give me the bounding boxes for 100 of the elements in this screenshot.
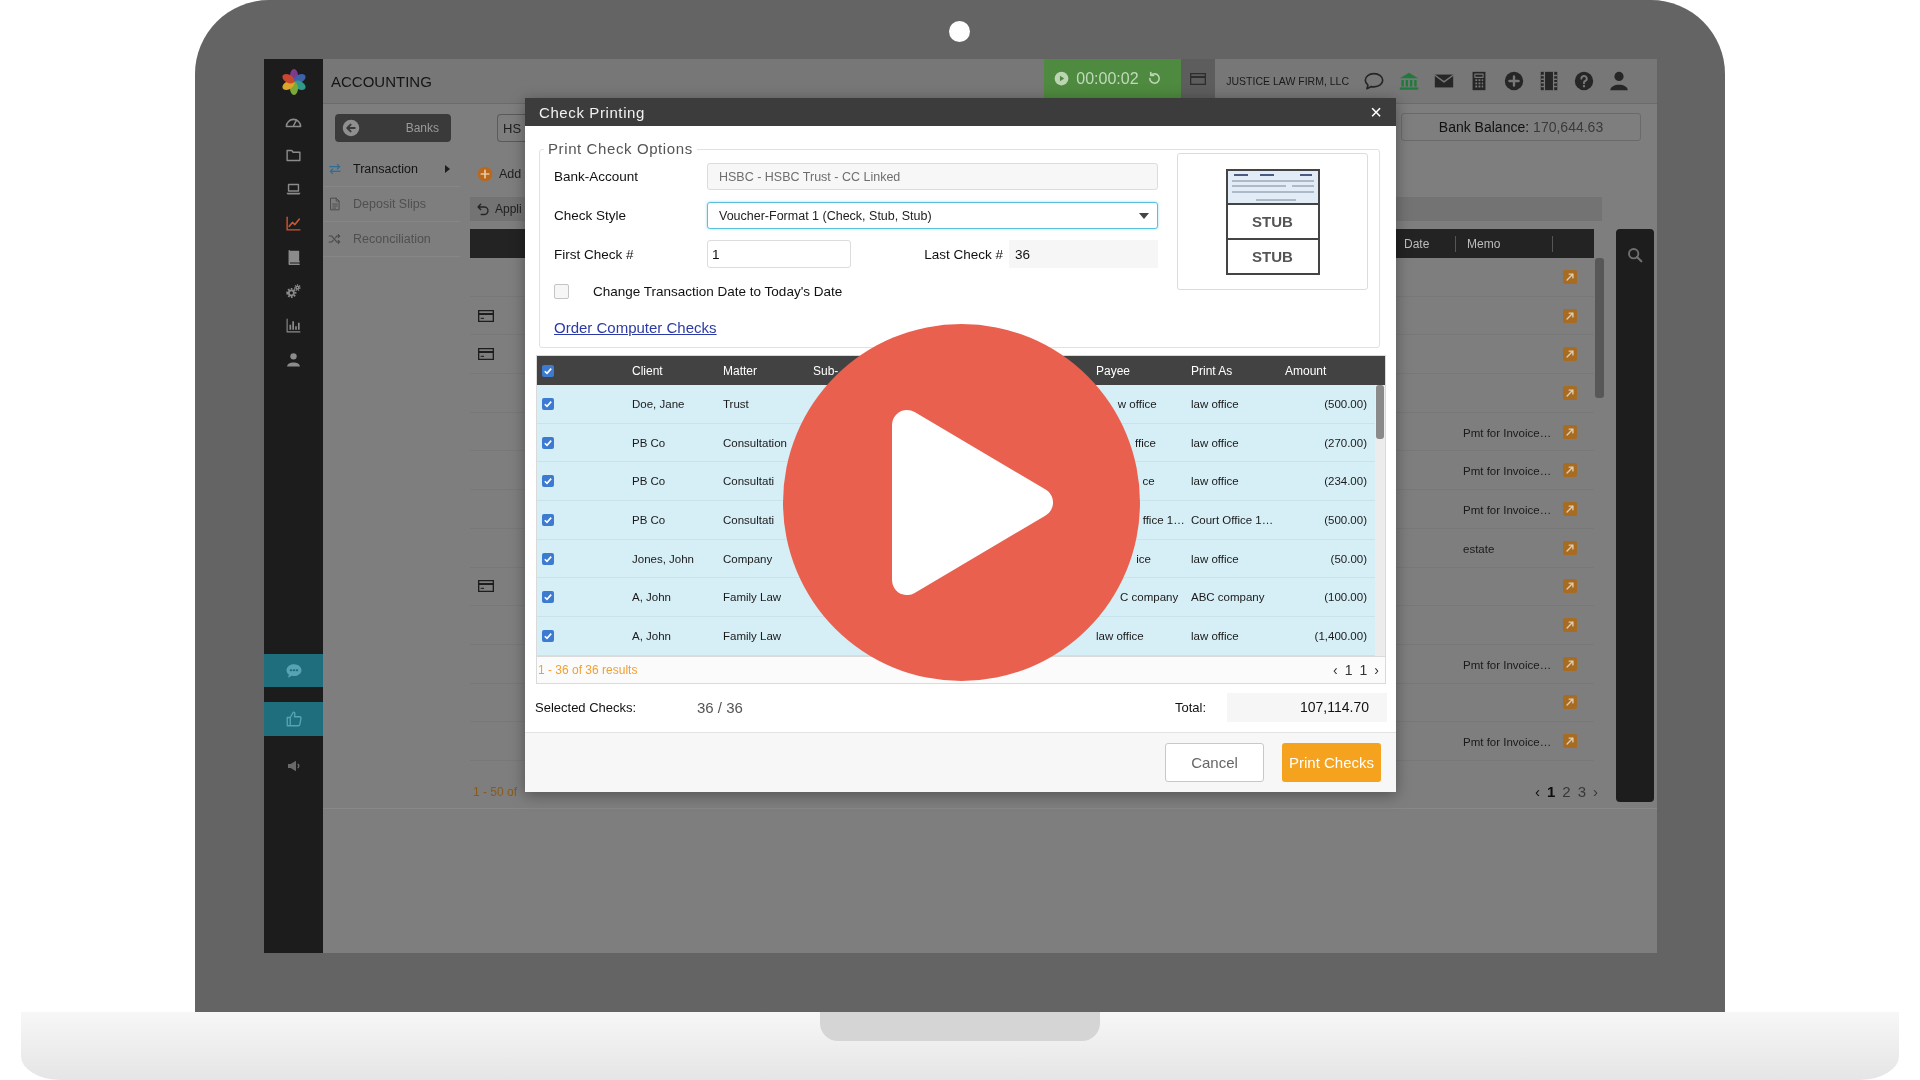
options-legend: Print Check Options — [544, 140, 697, 158]
order-checks-link[interactable]: Order Computer Checks — [554, 318, 717, 336]
card-button[interactable] — [1181, 59, 1216, 98]
speaker-icon[interactable] — [285, 758, 302, 774]
table-cell: A, John — [632, 590, 671, 605]
row-checkbox[interactable] — [542, 436, 554, 449]
row-checkbox[interactable] — [542, 552, 554, 565]
cancel-button[interactable]: Cancel — [1165, 742, 1264, 782]
undo-icon — [476, 202, 490, 216]
search-icon[interactable] — [1627, 247, 1643, 263]
balance-label: Bank Balance: — [1438, 119, 1530, 135]
table-cell: Jones, John — [632, 551, 694, 566]
memo-text: Pmt for Invoice… — [1463, 465, 1552, 478]
scrollbar-thumb[interactable] — [1376, 385, 1384, 439]
table-cell: C company — [1120, 590, 1179, 605]
column-header[interactable]: Sub- — [813, 363, 839, 378]
field-label: Check Style — [554, 208, 628, 223]
caret-icon — [445, 165, 450, 173]
field-label: First Check # — [554, 246, 635, 262]
memo-text: Pmt for Invoice… — [1463, 658, 1552, 671]
results-count: 1 - 36 of 36 results — [538, 662, 638, 677]
page-number: 1 — [1344, 661, 1353, 678]
memo-text: estate — [1463, 542, 1495, 555]
row-checkbox[interactable] — [542, 397, 554, 410]
first-check-field[interactable]: 1 — [707, 240, 851, 268]
memo-text: Pmt for Invoice… — [1463, 426, 1552, 439]
submenu-item[interactable]: Transaction — [323, 152, 460, 187]
user-icon[interactable] — [1608, 70, 1630, 92]
date-checkbox[interactable] — [554, 283, 569, 299]
table-cell: Court Office 1… — [1191, 512, 1274, 527]
chat-icon[interactable] — [1363, 70, 1385, 92]
dialog-title: Check Printing — [539, 103, 645, 121]
diagonal-arrow-icon[interactable] — [1563, 695, 1577, 710]
play-circle-icon[interactable] — [1054, 71, 1070, 86]
play-icon — [892, 410, 1053, 595]
select-all-checkbox[interactable] — [542, 364, 554, 377]
table-cell: Family Law — [723, 628, 782, 643]
table-cell: law office — [1191, 474, 1239, 489]
bar-chart-icon[interactable] — [285, 316, 302, 334]
close-button[interactable]: × — [1368, 102, 1384, 122]
selected-checks-value: 36 / 36 — [697, 698, 743, 716]
prev-page-button[interactable]: ‹ — [1534, 783, 1540, 801]
table-cell: Consultati — [723, 512, 775, 527]
column-header[interactable]: Print As — [1191, 363, 1233, 378]
line-chart-icon[interactable] — [285, 214, 302, 232]
firm-name: JUSTICE LAW FIRM, LLC — [1226, 75, 1349, 87]
table-cell: ABC company — [1191, 590, 1265, 605]
plus-circle-icon[interactable] — [1503, 70, 1525, 92]
table-header-bar — [470, 229, 525, 258]
table-cell: ffice — [1135, 435, 1156, 450]
help-icon[interactable] — [1573, 70, 1595, 92]
check-style-select[interactable]: Voucher-Format 1 (Check, Stub, Stub) — [707, 202, 1158, 229]
thumbs-up-icon — [284, 710, 303, 728]
table-cell: (1,400.00) — [1314, 628, 1367, 643]
applied-button[interactable]: Appli — [470, 202, 522, 216]
like-button[interactable] — [264, 702, 323, 736]
row-checkbox[interactable] — [542, 629, 554, 642]
timer-text: 00:00:02 — [1076, 69, 1139, 88]
table-cell: (500.00) — [1324, 396, 1367, 411]
table-cell: (50.00) — [1330, 551, 1367, 566]
next-page-button[interactable]: › — [1374, 661, 1379, 678]
app-title: ACCOUNTING — [331, 72, 432, 90]
swap-arrows-icon — [328, 162, 342, 176]
column-header[interactable]: Client — [632, 363, 663, 378]
reset-icon[interactable] — [1146, 71, 1162, 86]
column-header[interactable]: Amount — [1285, 363, 1327, 378]
scrollbar-thumb[interactable] — [1595, 258, 1604, 398]
card-icon[interactable] — [478, 348, 494, 361]
page-link[interactable]: 1 — [1546, 783, 1556, 801]
last-check-field: 36 — [1009, 240, 1158, 268]
row-checkbox[interactable] — [542, 475, 554, 488]
card-icon[interactable] — [478, 580, 494, 593]
balance-value: 170,644.63 — [1533, 119, 1604, 135]
user-icon[interactable] — [285, 350, 302, 368]
row-checkbox[interactable] — [542, 591, 554, 604]
camera-dot — [949, 21, 970, 42]
plus-circle-icon — [477, 165, 493, 182]
table-cell: (100.00) — [1324, 590, 1367, 605]
back-button[interactable]: Banks — [335, 114, 451, 142]
column-header[interactable]: Date — [1404, 236, 1430, 251]
stub-section: STUB — [1225, 204, 1320, 240]
row-checkbox[interactable] — [542, 513, 554, 526]
total-label: Total: — [1174, 699, 1206, 715]
column-header[interactable]: Payee — [1096, 363, 1131, 378]
diagonal-arrow-icon[interactable] — [1563, 308, 1577, 323]
card-icon — [1190, 72, 1207, 85]
table-cell: PB Co — [632, 474, 666, 489]
table-cell: Company — [723, 551, 773, 566]
gears-icon[interactable] — [285, 282, 302, 300]
document-icon — [328, 197, 342, 211]
chat-button[interactable] — [264, 654, 323, 687]
film-icon[interactable] — [1538, 70, 1560, 92]
column-header[interactable]: Matter — [723, 363, 757, 378]
table-cell: (270.00) — [1324, 435, 1367, 450]
field-label: Last Check # — [924, 246, 1003, 262]
add-button[interactable]: Add — [470, 165, 522, 182]
prev-page-button[interactable]: ‹ — [1333, 661, 1338, 678]
card-icon[interactable] — [478, 309, 494, 322]
table-cell: Trust — [723, 396, 749, 411]
column-header[interactable]: Memo — [1467, 236, 1501, 251]
